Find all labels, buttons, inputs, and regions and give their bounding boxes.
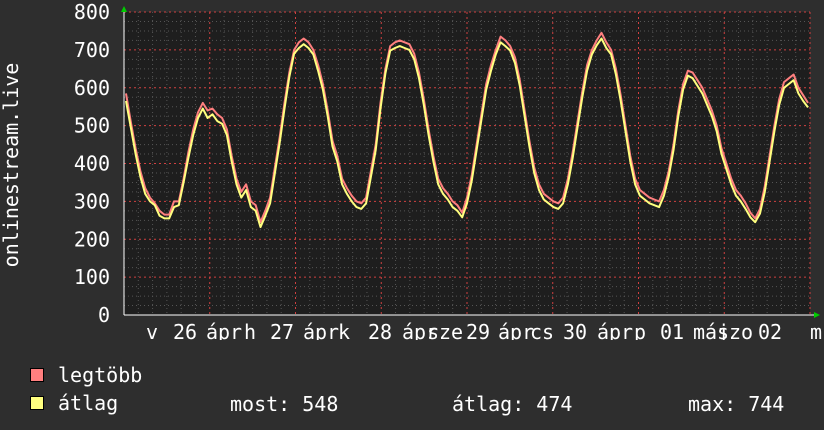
y-tick-label: 800 <box>74 0 110 24</box>
x-tick-label: h <box>244 320 256 340</box>
legend-item-avg: átlag <box>30 392 118 414</box>
x-tick-label: 30 <box>563 320 587 340</box>
legend-label-avg: átlag <box>58 391 119 415</box>
x-tick-label: szo <box>717 320 753 340</box>
x-tick-label: 29 <box>466 320 490 340</box>
stat-average: átlag: 474 <box>452 392 573 416</box>
x-tick-label: p <box>634 320 646 340</box>
legend-label-max: legtöbb <box>58 363 143 387</box>
x-tick-label: ápr <box>498 320 534 340</box>
x-tick-label: ápr <box>206 320 242 340</box>
y-tick-label: 400 <box>74 152 110 176</box>
x-tick-label: 28 <box>368 320 392 340</box>
x-tick-label: 02 <box>758 320 782 340</box>
stat-max: max: 744 <box>688 392 785 416</box>
x-tick-label: ápr <box>303 320 339 340</box>
x-axis-arrow <box>814 312 820 318</box>
y-tick-label: 300 <box>74 189 110 213</box>
x-tick-label: k <box>338 320 350 340</box>
x-tick-label: sze <box>427 320 463 340</box>
legend-item-max: legtöbb <box>30 364 142 386</box>
y-tick-label: 700 <box>74 38 110 62</box>
x-tick-label: m <box>810 320 822 340</box>
x-tick-label: ápr <box>597 320 633 340</box>
y-axis-arrow <box>121 6 127 12</box>
chart-grid <box>123 11 811 316</box>
y-tick-label: 200 <box>74 227 110 251</box>
stat-current: most: 548 <box>230 392 339 416</box>
x-tick-label: 01 <box>660 320 684 340</box>
x-tick-label: cs <box>530 320 554 340</box>
y-tick-label: 100 <box>74 265 110 289</box>
x-tick-label: 26 <box>173 320 197 340</box>
y-tick-label: 600 <box>74 76 110 100</box>
legend-swatch-avg <box>30 395 44 410</box>
legend-swatch-max <box>30 367 44 382</box>
y-tick-label: 500 <box>74 114 110 138</box>
x-tick-label: v <box>146 320 158 340</box>
y-axis-label: onlinestream.live <box>0 63 23 268</box>
x-tick-label: 27 <box>270 320 294 340</box>
line-chart: 8007006005004003002001000 v 26 ápr h 27 áprk 2… <box>0 0 822 340</box>
y-tick-label: 0 <box>98 303 110 327</box>
y-axis: 800 700 600 500 400 300 200 100 0 <box>74 0 110 327</box>
